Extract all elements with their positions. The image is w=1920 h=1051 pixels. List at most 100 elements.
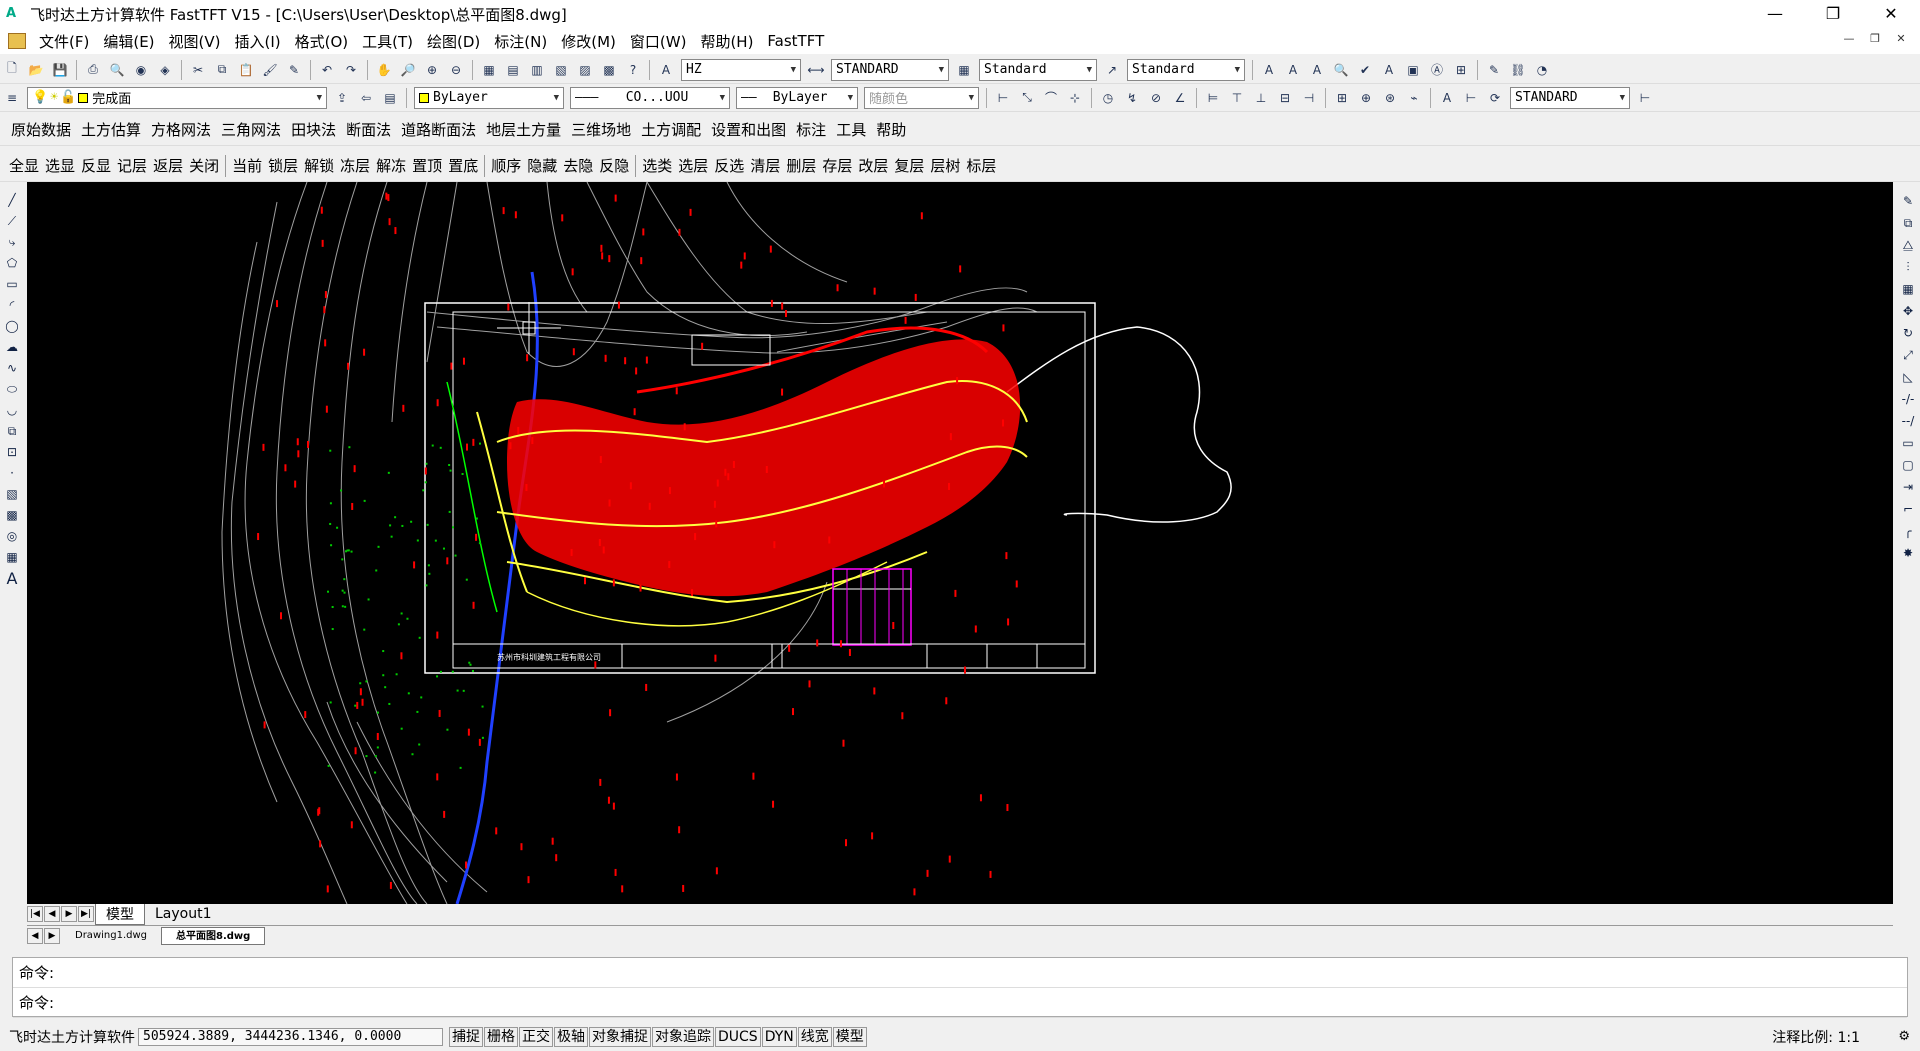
polygon-icon[interactable]: ⬠ [2,253,22,274]
quick-dim-icon[interactable]: ⊨ [1202,87,1224,109]
rectangle-icon[interactable]: ▭ [2,274,22,295]
layer-show-inverse[interactable]: 反显 [78,155,114,176]
save-layer[interactable]: 存层 [819,155,855,176]
layer-tree[interactable]: 层树 [927,155,963,176]
draw-order[interactable]: 顺序 [488,155,524,176]
label-layer[interactable]: 标层 [963,155,999,176]
toggle-model[interactable]: 模型 [832,1026,867,1047]
layer-unlock[interactable]: 解锁 [301,155,337,176]
mdi-restore-button[interactable]: ❐ [1862,32,1888,45]
linetype-select[interactable]: ——— CO...UOU ▼ [570,86,730,109]
text-style-select[interactable]: HZ ▼ [681,58,801,81]
pan-icon[interactable]: ✋ [373,59,395,81]
layer-states-icon[interactable]: ▤ [379,87,401,109]
plot-icon[interactable]: ◈ [154,59,176,81]
new-icon[interactable]: 🗋 [1,59,23,81]
layer-record[interactable]: 记层 [114,155,150,176]
tolerance-icon[interactable]: ⊞ [1331,87,1353,109]
layer-send-bottom[interactable]: 置底 [445,155,481,176]
next-tab-icon[interactable]: ▶ [61,906,77,922]
ellipse-arc-icon[interactable]: ◡ [2,400,22,421]
text-edit-icon[interactable]: A [1282,59,1304,81]
layer-thaw[interactable]: 解冻 [373,155,409,176]
dim-diameter-icon[interactable]: ⊘ [1145,87,1167,109]
mleader-style-select[interactable]: Standard ▼ [1127,58,1245,81]
inspect-icon[interactable]: ⊛ [1379,87,1401,109]
fast-menu-section-method[interactable]: 断面法 [341,119,396,140]
invert-selection[interactable]: 反选 [711,155,747,176]
properties-icon[interactable]: ▦ [478,59,500,81]
insert-block-icon[interactable]: ⧉ [2,421,22,442]
dim-style-icon[interactable]: ⟷ [805,59,827,81]
scale-icon[interactable]: ⤢ [1898,344,1918,366]
copy-object-icon[interactable]: ⧉ [1898,212,1918,234]
layer-select[interactable]: 💡 ☀ 🔓 完成面 ▼ [27,86,327,109]
layer-bring-top[interactable]: 置顶 [409,155,445,176]
save-icon[interactable]: 💾 [49,59,71,81]
toggle-grid[interactable]: 栅格 [484,1026,518,1047]
zoom-previous-icon[interactable]: ⊖ [445,59,467,81]
fast-menu-annotation[interactable]: 标注 [791,119,831,140]
publish-icon[interactable]: ◉ [130,59,152,81]
explode-icon[interactable]: ✸ [1898,542,1918,564]
revcloud-icon[interactable]: ☁ [2,337,22,358]
last-tab-icon[interactable]: ▶| [78,906,94,922]
doc-next-icon[interactable]: ▶ [44,927,60,944]
toggle-lineweight[interactable]: 线宽 [797,1026,832,1047]
tab-model[interactable]: 模型 [95,903,145,925]
layer-off[interactable]: 关闭 [186,155,222,176]
dim-arc-icon[interactable]: ⌒ [1040,87,1062,109]
invert-hidden[interactable]: 反隐 [596,155,632,176]
toggle-snap[interactable]: 捕捉 [449,1026,483,1047]
table-style-icon[interactable]: ▦ [953,59,975,81]
table-icon[interactable]: ▦ [2,547,22,568]
mtext-icon[interactable]: A [2,568,22,589]
dim-baseline-icon[interactable]: ⊤ [1226,87,1248,109]
toggle-osnap[interactable]: 对象捕捉 [589,1026,651,1047]
menu-format[interactable]: 格式(O) [288,31,356,52]
copy-layer[interactable]: 复层 [891,155,927,176]
tab-layout1[interactable]: Layout1 [145,906,222,922]
make-block-icon[interactable]: ⊡ [2,442,22,463]
text-align-icon[interactable]: ⊞ [1450,59,1472,81]
fast-menu-grid-method[interactable]: 方格网法 [146,119,216,140]
change-layer[interactable]: 改层 [855,155,891,176]
menu-help[interactable]: 帮助(H) [693,31,760,52]
spline-icon[interactable]: ∿ [2,358,22,379]
match-icon[interactable]: 🖌 [259,59,281,81]
offset-icon[interactable]: ⫶ [1898,256,1918,278]
spell-icon[interactable]: ✔ [1354,59,1376,81]
dim-break-icon[interactable]: ⊣ [1298,87,1320,109]
select-type[interactable]: 选类 [639,155,675,176]
ellipse-icon[interactable]: ⬭ [2,379,22,400]
menu-file[interactable]: 文件(F) [32,31,96,52]
mleader-style-icon[interactable]: ↗ [1101,59,1123,81]
preview-icon[interactable]: 🔍 [106,59,128,81]
clear-layer[interactable]: 清层 [747,155,783,176]
dim-style-select[interactable]: STANDARD ▼ [831,58,949,81]
jogged-linear-icon[interactable]: ⌁ [1403,87,1425,109]
dim-style-manager-icon[interactable]: ⊢ [1634,87,1656,109]
hatch-icon[interactable]: ▧ [2,484,22,505]
point-icon[interactable]: · [2,463,22,484]
move-icon[interactable]: ✥ [1898,300,1918,322]
toggle-otrack[interactable]: 对象追踪 [652,1026,714,1047]
mdi-close-button[interactable]: ✕ [1888,32,1914,45]
dim-edit-icon[interactable]: A [1436,87,1458,109]
restore-button[interactable]: ❐ [1804,0,1862,28]
prev-tab-icon[interactable]: ◀ [44,906,60,922]
lineweight-select[interactable]: —— ByLayer ▼ [736,86,858,109]
delete-layer[interactable]: 删层 [783,155,819,176]
undo-icon[interactable]: ↶ [316,59,338,81]
dim-angular-icon[interactable]: ∠ [1169,87,1191,109]
hide-objects[interactable]: 隐藏 [524,155,560,176]
dim-linear-icon[interactable]: ⊢ [992,87,1014,109]
fast-menu-stratum[interactable]: 地层土方量 [481,119,566,140]
array-icon[interactable]: ▦ [1898,278,1918,300]
help-icon[interactable]: ? [622,59,644,81]
sheet-set-icon[interactable]: ▧ [550,59,572,81]
stretch-icon[interactable]: ◺ [1898,366,1918,388]
dim-ordinate-icon[interactable]: ⊹ [1064,87,1086,109]
menu-dimension[interactable]: 标注(N) [487,31,554,52]
gradient-icon[interactable]: ▩ [2,505,22,526]
